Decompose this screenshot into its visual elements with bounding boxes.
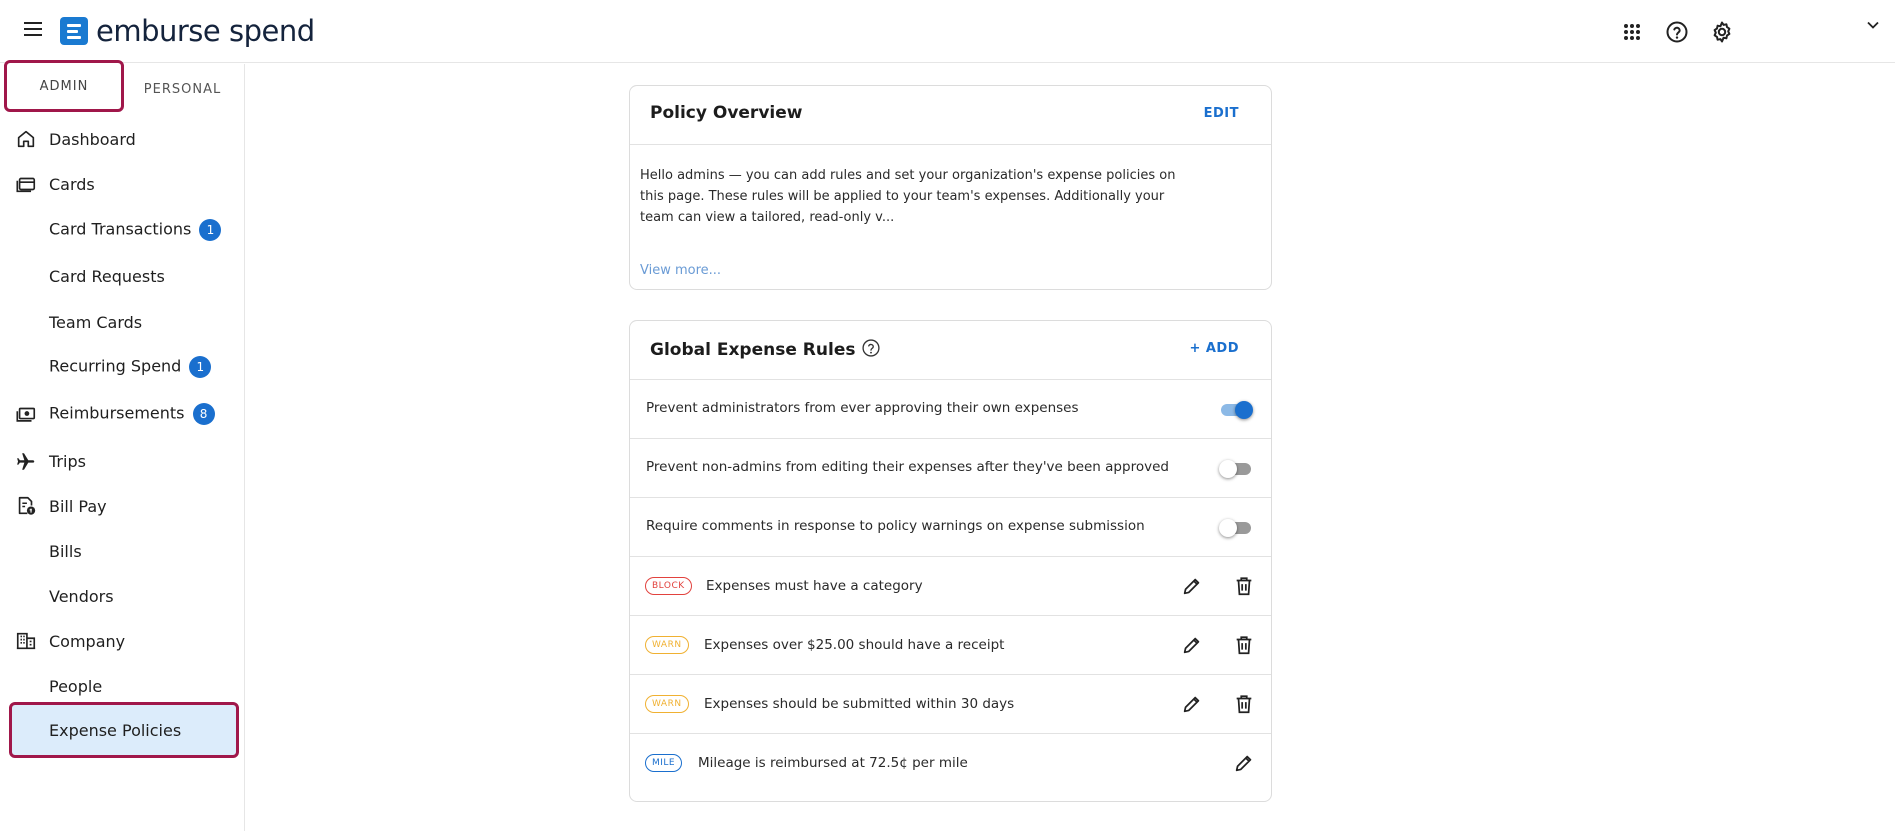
card-body: Hello admins — you can add rules and set… (630, 145, 1271, 289)
toggle-rule-row: Prevent administrators from ever approvi… (630, 380, 1271, 439)
role-tabs: ADMIN PERSONAL (0, 60, 244, 114)
emburse-logo-icon (60, 17, 88, 45)
toggle-rule-label: Prevent non-admins from editing their ex… (646, 459, 1169, 475)
pencil-icon[interactable] (1181, 693, 1203, 715)
apps-grid-icon[interactable] (1620, 20, 1644, 44)
sidebar-item-card-requests[interactable]: Card Requests (0, 256, 245, 296)
sidebar-item-label: People (49, 676, 103, 696)
sidebar-item-trips[interactable]: Trips (0, 441, 245, 481)
view-more-link[interactable]: View more... (640, 263, 721, 278)
sidebar-item-reimbursements[interactable]: Reimbursements 8 (0, 394, 245, 434)
pencil-icon[interactable] (1181, 575, 1203, 597)
warn-tag: WARN (645, 695, 689, 713)
chevron-down-icon[interactable] (1866, 18, 1880, 32)
rule-text: Mileage is reimbursed at 72.5¢ per mile (698, 755, 968, 771)
count-badge: 1 (189, 356, 212, 378)
policy-overview-text: Hello admins — you can add rules and set… (640, 168, 1176, 225)
add-rule-button[interactable]: + ADD (1189, 341, 1239, 356)
warn-tag: WARN (645, 636, 689, 654)
sidebar-item-label: Card Requests (49, 266, 165, 286)
sidebar-item-label: Trips (49, 451, 86, 471)
expense-rule-row: BLOCK Expenses must have a category (630, 557, 1271, 616)
pencil-icon[interactable] (1233, 752, 1255, 774)
trash-icon[interactable] (1233, 634, 1255, 656)
menu-icon[interactable] (24, 22, 44, 38)
help-circle-icon[interactable] (861, 338, 881, 358)
tab-admin[interactable]: ADMIN (4, 60, 124, 112)
toggle-rule-label: Require comments in response to policy w… (646, 518, 1145, 534)
global-expense-rules-card: Global Expense Rules + ADD Prevent admin… (629, 320, 1272, 802)
pencil-icon[interactable] (1181, 634, 1203, 656)
sidebar-item-people[interactable]: People (0, 666, 245, 706)
sidebar-item-expense-policies[interactable]: Expense Policies (9, 702, 239, 758)
brand-logo[interactable]: emburse spend (60, 14, 315, 48)
card-header: Global Expense Rules + ADD (630, 321, 1271, 380)
toggle-rule-row: Require comments in response to policy w… (630, 498, 1271, 557)
sidebar-item-recurring-spend[interactable]: Recurring Spend 1 (0, 347, 245, 387)
sidebar-item-vendors[interactable]: Vendors (0, 576, 245, 616)
card-title: Global Expense Rules (650, 338, 881, 360)
mile-tag: MILE (645, 754, 683, 772)
building-icon (16, 632, 36, 650)
sidebar-item-label: Dashboard (49, 129, 136, 149)
rule-toggle-switch[interactable] (1219, 460, 1253, 478)
brand-name: emburse spend (96, 14, 315, 48)
sidebar-item-label: Recurring Spend (49, 356, 182, 376)
cards-icon (16, 177, 36, 193)
sidebar-item-label: Reimbursements (49, 403, 185, 423)
trash-icon[interactable] (1233, 693, 1255, 715)
sidebar-item-label: Bill Pay (49, 496, 107, 516)
sidebar-item-label: Card Transactions (49, 219, 192, 239)
rule-text: Expenses over $25.00 should have a recei… (704, 637, 1005, 653)
toggle-rule-row: Prevent non-admins from editing their ex… (630, 439, 1271, 498)
tab-personal[interactable]: PERSONAL (130, 64, 235, 114)
count-badge: 8 (192, 403, 215, 425)
sidebar-item-dashboard[interactable]: Dashboard (0, 119, 245, 159)
sidebar-item-team-cards[interactable]: Team Cards (0, 302, 245, 342)
sidebar-item-cards[interactable]: Cards (0, 164, 245, 204)
sidebar-item-label: Expense Policies (49, 720, 182, 740)
rule-text: Expenses must have a category (706, 578, 923, 594)
sidebar-item-card-transactions[interactable]: Card Transactions 1 (0, 210, 245, 250)
sidebar-item-label: Cards (49, 174, 95, 194)
sidebar-item-label: Team Cards (49, 312, 143, 332)
card-title: Policy Overview (650, 103, 803, 123)
card-header: Policy Overview EDIT (630, 86, 1271, 145)
sidebar-item-label: Vendors (49, 586, 114, 606)
sidebar-item-bill-pay[interactable]: Bill Pay (0, 486, 245, 526)
plane-icon (17, 453, 35, 470)
expense-rule-row: MILE Mileage is reimbursed at 72.5¢ per … (630, 734, 1271, 801)
rule-toggle-switch[interactable] (1219, 401, 1253, 419)
toggle-rule-label: Prevent administrators from ever approvi… (646, 400, 1079, 416)
rule-text: Expenses should be submitted within 30 d… (704, 696, 1015, 712)
sidebar-item-label: Company (49, 631, 126, 651)
home-icon (17, 130, 35, 148)
gear-icon[interactable] (1710, 20, 1734, 44)
bill-icon (18, 496, 36, 515)
block-tag: BLOCK (645, 577, 692, 595)
sidebar-item-label: Bills (49, 541, 82, 561)
top-header: emburse spend (0, 0, 1895, 63)
count-badge: 1 (199, 219, 222, 241)
sidebar-item-bills[interactable]: Bills (0, 531, 245, 571)
expense-rule-row: WARN Expenses should be submitted within… (630, 675, 1271, 734)
expense-rule-row: WARN Expenses over $25.00 should have a … (630, 616, 1271, 675)
sidebar-item-company[interactable]: Company (0, 621, 245, 661)
rules-title-text: Global Expense Rules (650, 340, 856, 360)
edit-button[interactable]: EDIT (1204, 106, 1239, 121)
policy-overview-card: Policy Overview EDIT Hello admins — you … (629, 85, 1272, 290)
help-circle-icon[interactable] (1665, 20, 1689, 44)
trash-icon[interactable] (1233, 575, 1255, 597)
cash-icon (16, 407, 36, 422)
rule-toggle-switch[interactable] (1219, 519, 1253, 537)
